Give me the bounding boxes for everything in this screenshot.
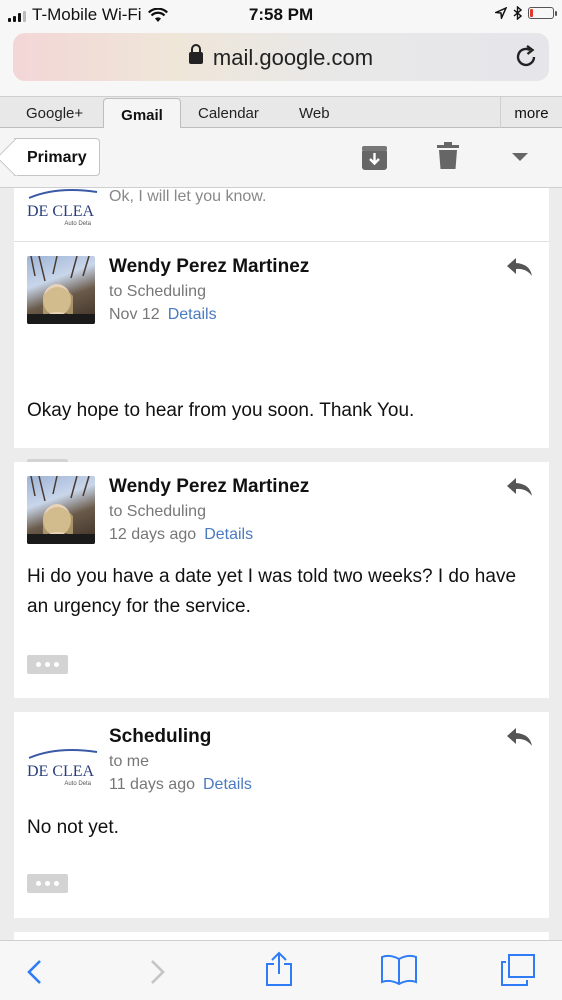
recipient-line: to Scheduling [109,503,206,520]
logo-subtext: Auto Deta [64,781,91,787]
details-link[interactable]: Details [203,776,252,793]
clock: 7:58 PM [248,5,314,24]
nav-gmail-tab[interactable]: Gmail [103,98,181,129]
nav-web[interactable]: Web [299,105,330,122]
bluetooth-icon [513,6,522,20]
message-date: Nov 12 [109,306,160,323]
business-logo: DE CLEA Auto Deta [27,188,99,238]
recipient-line: to Scheduling [109,283,206,300]
trash-icon[interactable] [437,142,459,170]
share-icon[interactable] [264,951,294,987]
url-text: mail.google.com [212,45,374,70]
message-card: Wendy Perez Martinez to Scheduling 12 da… [14,462,549,698]
address-bar[interactable]: mail.google.com [13,33,549,81]
back-arrow-icon[interactable] [26,959,42,985]
nav-more[interactable]: more [500,97,562,128]
avatar [27,476,95,544]
conversation-view: DE CLEA Auto Deta Ok, I will let you kno… [0,188,562,940]
mail-toolbar: Primary [0,128,562,188]
archive-icon[interactable] [361,144,388,171]
show-trimmed-button[interactable] [27,874,68,893]
message-collapsed[interactable]: DE CLEA Auto Deta Ok, I will let you kno… [14,188,549,242]
message-body: Okay hope to hear from you soon. Thank Y… [27,400,415,421]
reply-icon[interactable] [505,476,533,498]
message-card: Wendy Perez Martinez to Scheduling Nov 1… [14,242,549,478]
logo-text: DE CLEA [27,203,95,220]
browser-bottom-bar [0,940,562,1000]
nav-calendar[interactable]: Calendar [198,105,259,122]
message-card-partial [14,932,549,940]
sender-name: Wendy Perez Martinez [109,256,310,277]
back-to-primary-button[interactable]: Primary [14,138,100,176]
message-snippet: Ok, I will let you know. [109,188,267,205]
reply-icon[interactable] [505,256,533,278]
nav-google-plus[interactable]: Google+ [26,105,83,122]
message-body: Hi do you have a date yet I was told two… [27,566,517,617]
back-button-label: Primary [27,149,87,166]
logo-subtext: Auto Deta [64,221,91,227]
bookmarks-icon[interactable] [380,953,418,985]
reload-icon[interactable] [513,44,539,70]
browser-address-area: mail.google.com [0,30,562,96]
dropdown-arrow-icon[interactable] [512,153,528,162]
message-date: 11 days ago [109,776,195,793]
message-date: 12 days ago [109,526,197,543]
lock-icon [188,44,203,64]
message-body: No not yet. [27,817,119,838]
sender-name: Wendy Perez Martinez [109,476,310,497]
business-logo: DE CLEA Auto Deta [27,746,99,798]
reply-icon[interactable] [505,726,533,748]
status-bar: T-Mobile Wi-Fi 7:58 PM [0,0,562,30]
forward-arrow-icon[interactable] [150,959,166,985]
recipient-line: to me [109,753,150,770]
tabs-icon[interactable] [500,953,536,987]
google-nav-bar: Google+ Gmail Calendar Web more [0,96,562,129]
sender-name: Scheduling [109,726,212,747]
location-icon [495,7,507,19]
details-link[interactable]: Details [168,306,217,323]
message-card: DE CLEA Auto Deta Scheduling to me 11 da… [14,712,549,918]
avatar [27,256,95,324]
logo-text: DE CLEA [27,763,95,780]
details-link[interactable]: Details [204,526,253,543]
show-trimmed-button[interactable] [27,655,68,674]
battery-icon [528,7,557,19]
